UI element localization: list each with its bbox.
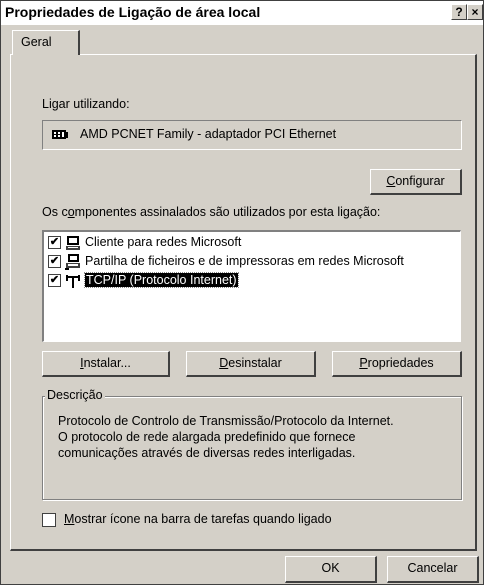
checkbox-tcpip[interactable]: ✔: [48, 274, 61, 287]
components-label: Os componentes assinalados são utilizado…: [42, 205, 381, 219]
show-icon-checkbox[interactable]: [42, 513, 56, 527]
network-client-icon: [66, 236, 80, 250]
uninstall-button[interactable]: Desinstalar: [186, 351, 316, 377]
install-button[interactable]: Instalar...: [42, 351, 170, 377]
description-text: Protocolo de Controlo de Transmissão/Pro…: [58, 414, 394, 460]
network-card-icon: [52, 130, 68, 139]
adapter-box: AMD PCNET Family - adaptador PCI Etherne…: [42, 120, 462, 150]
protocol-icon: [66, 275, 80, 288]
properties-dialog: Propriedades de Ligação de área local ? …: [0, 0, 484, 585]
list-item-label: TCP/IP (Protocolo Internet): [84, 272, 239, 288]
show-icon-label[interactable]: Mostrar ícone na barra de tarefas quando…: [64, 512, 332, 526]
components-list[interactable]: ✔ Cliente para redes Microsoft ✔ Partilh…: [42, 230, 461, 342]
connect-using-label: Ligar utilizando:: [42, 97, 130, 111]
adapter-name: AMD PCNET Family - adaptador PCI Etherne…: [80, 127, 337, 141]
file-printer-sharing-icon: [65, 254, 80, 270]
cancel-button[interactable]: Cancelar: [387, 556, 479, 583]
description-title: Descrição: [45, 388, 105, 402]
close-button[interactable]: ×: [467, 4, 483, 20]
title-bar[interactable]: Propriedades de Ligação de área local ? …: [1, 1, 483, 25]
help-button[interactable]: ?: [451, 4, 467, 20]
list-item-label: Partilha de ficheiros e de impressoras e…: [85, 254, 404, 268]
checkbox-partilha[interactable]: ✔: [48, 255, 61, 268]
tab-geral[interactable]: Geral: [12, 30, 80, 55]
configure-label: onfigurar: [395, 174, 445, 188]
properties-button[interactable]: Propriedades: [332, 351, 462, 377]
checkbox-cliente[interactable]: ✔: [48, 236, 61, 249]
window-title: Propriedades de Ligação de área local: [5, 4, 261, 20]
configure-hotkey: C: [386, 174, 396, 188]
ok-button[interactable]: OK: [285, 556, 377, 583]
tab-label: Geral: [21, 35, 52, 49]
configure-button[interactable]: Configurar: [370, 169, 462, 195]
list-item-label: Cliente para redes Microsoft: [85, 235, 242, 249]
